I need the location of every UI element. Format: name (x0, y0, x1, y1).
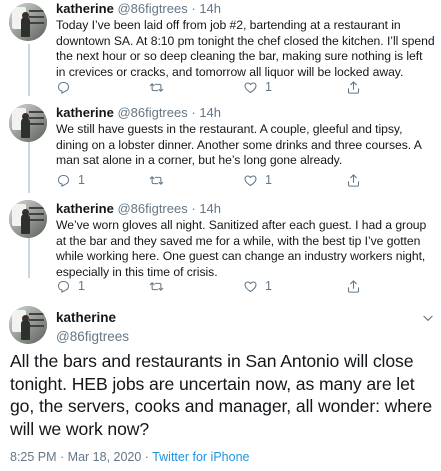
tweet-text: Today I’ve been laid off from job #2, ba… (56, 18, 435, 79)
avatar[interactable] (9, 200, 47, 238)
reply-icon (57, 81, 70, 94)
tweet-meta: katherine @86figtrees · 14h (56, 1, 435, 17)
retweet-button[interactable] (149, 172, 171, 188)
share-icon (347, 173, 360, 187)
thread-tweet[interactable]: katherine @86figtrees · 14h Today I’ve b… (0, 0, 441, 100)
author-name[interactable]: katherine (56, 201, 114, 216)
author-name[interactable]: katherine (56, 105, 114, 120)
reply-icon (57, 174, 70, 187)
reply-icon (57, 280, 70, 293)
like-count: 1 (265, 279, 272, 293)
author-handle[interactable]: @86figtrees (117, 201, 187, 216)
share-button[interactable] (346, 79, 361, 95)
avatar[interactable] (9, 306, 47, 344)
source-link[interactable]: Twitter for iPhone (152, 450, 249, 464)
avatar[interactable] (9, 104, 47, 142)
share-icon (347, 279, 360, 293)
reply-button[interactable]: 1 (56, 278, 85, 294)
meta-separator: · (191, 105, 196, 120)
tweet-text: All the bars and restaurants in San Anto… (10, 351, 433, 439)
retweet-button[interactable] (149, 278, 171, 294)
author-handle[interactable]: @86figtrees (56, 329, 129, 344)
retweet-icon (149, 82, 164, 92)
thread-tweet[interactable]: katherine @86figtrees · 14h We still hav… (0, 104, 441, 198)
like-count: 1 (265, 80, 272, 94)
thread-tweet[interactable]: katherine @86figtrees · 14h We’ve worn g… (0, 200, 441, 294)
reply-button[interactable]: 1 (56, 172, 85, 188)
meta-separator: · (191, 201, 196, 216)
tweet-time[interactable]: 14h (199, 201, 221, 216)
avatar[interactable] (9, 3, 47, 41)
tweet-timestamp: 8:25 PM · Mar 18, 2020 · Twitter for iPh… (10, 450, 249, 464)
like-count: 1 (265, 173, 272, 187)
chevron-down-icon[interactable] (421, 311, 435, 325)
author-name[interactable]: katherine (56, 310, 116, 325)
reply-button[interactable] (56, 79, 78, 95)
share-icon (347, 80, 360, 94)
share-button[interactable] (346, 172, 361, 188)
heart-icon (244, 81, 257, 93)
tweet-text: We’ve worn gloves all night. Sanitized a… (56, 218, 427, 279)
meta-separator: · (191, 1, 196, 16)
heart-icon (244, 280, 257, 292)
author-handle[interactable]: @86figtrees (117, 1, 187, 16)
retweet-button[interactable] (149, 79, 171, 95)
author-name[interactable]: katherine (56, 1, 114, 16)
like-button[interactable]: 1 (243, 278, 272, 294)
reply-count: 1 (78, 279, 85, 293)
tweet-text: We still have guests in the restaurant. … (56, 122, 422, 167)
tweet-meta: katherine @86figtrees · 14h (56, 201, 435, 217)
tweet-time[interactable]: 14h (199, 1, 221, 16)
tweet-time[interactable]: 14h (199, 105, 221, 120)
retweet-icon (149, 281, 164, 291)
share-button[interactable] (346, 278, 361, 294)
reply-count: 1 (78, 173, 85, 187)
tweet-meta: katherine @86figtrees · 14h (56, 105, 435, 121)
author-handle[interactable]: @86figtrees (117, 105, 187, 120)
like-button[interactable]: 1 (243, 79, 272, 95)
retweet-icon (149, 175, 164, 185)
like-button[interactable]: 1 (243, 172, 272, 188)
heart-icon (244, 174, 257, 186)
timestamp-text[interactable]: 8:25 PM · Mar 18, 2020 · (10, 450, 152, 464)
